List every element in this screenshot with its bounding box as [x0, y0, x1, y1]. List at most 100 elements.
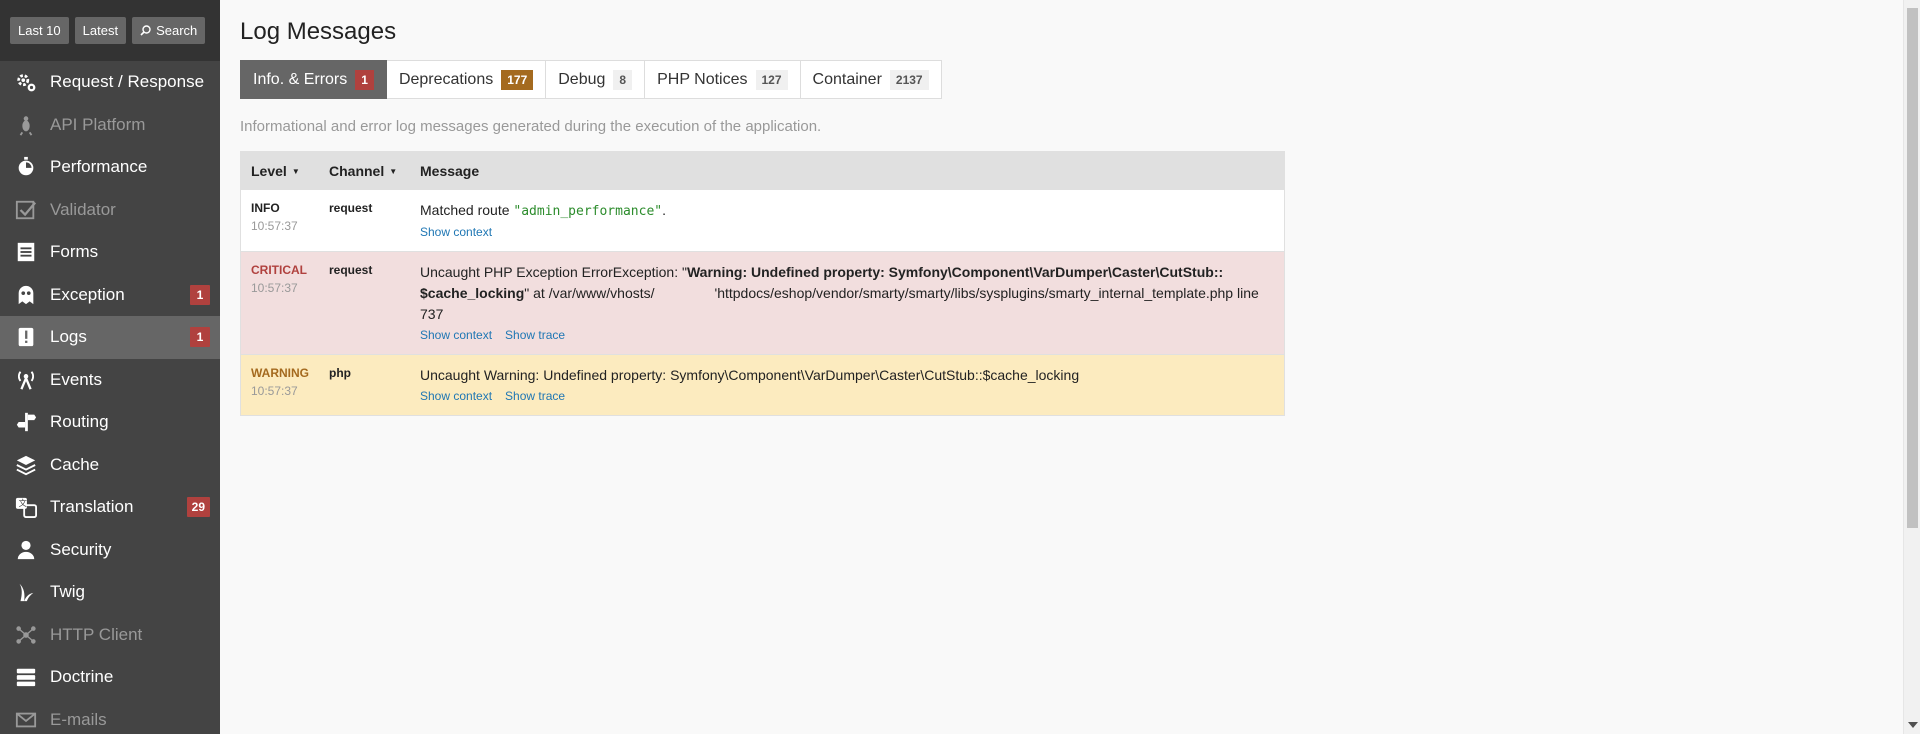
scroll-down-arrow-icon[interactable] — [1908, 722, 1918, 728]
sidebar-item-exception[interactable]: Exception 1 — [0, 274, 220, 317]
vertical-scrollbar[interactable] — [1903, 0, 1920, 734]
ghost-icon — [0, 274, 50, 316]
sidebar-item-security[interactable]: Security — [0, 529, 220, 572]
sidebar-item-label: API Platform — [50, 114, 146, 134]
log-level: INFO — [251, 201, 280, 215]
search-button-label: Search — [156, 23, 198, 38]
twig-icon — [0, 571, 50, 613]
dropdown-caret-icon: ▼ — [291, 167, 300, 177]
message-cell: Uncaught PHP Exception ErrorException: "… — [410, 251, 1285, 355]
sidebar-item-http-client[interactable]: HTTP Client — [0, 614, 220, 657]
header-label: Channel — [329, 162, 385, 179]
latest-button[interactable]: Latest — [74, 17, 127, 44]
sidebar-item-emails[interactable]: E-mails — [0, 699, 220, 734]
message-text: " at /var/www/vhosts/ — [524, 285, 655, 301]
sidebar-item-translation[interactable]: 文 Translation 29 — [0, 486, 220, 529]
tab-label: Info. & Errors — [253, 70, 348, 88]
checkbox-icon — [0, 189, 50, 231]
show-context-link[interactable]: Show context — [420, 328, 492, 342]
tab-label: PHP Notices — [657, 70, 748, 88]
sidebar-item-logs[interactable]: Logs 1 — [0, 316, 220, 359]
channel-column-header[interactable]: Channel ▼ — [319, 151, 410, 190]
sidebar-item-label: Twig — [50, 582, 85, 602]
log-level: WARNING — [251, 366, 309, 380]
log-links: Show context Show trace — [420, 326, 1274, 344]
sidebar-item-events[interactable]: Events — [0, 359, 220, 402]
level-cell: WARNING 10:57:37 — [240, 354, 319, 416]
log-time: 10:57:37 — [251, 281, 298, 295]
tab-count-badge: 127 — [755, 69, 788, 90]
form-icon — [0, 231, 50, 273]
dropdown-caret-icon: ▼ — [389, 167, 398, 177]
table-row: WARNING 10:57:37 php Uncaught Warning: U… — [240, 354, 1285, 416]
sidebar-item-label: HTTP Client — [50, 624, 143, 644]
level-cell: CRITICAL 10:57:37 — [240, 251, 319, 355]
log-level: CRITICAL — [251, 263, 307, 277]
help-text: Informational and error log messages gen… — [240, 118, 822, 135]
search-button[interactable]: Search — [132, 17, 206, 44]
log-table: Level ▼ Channel ▼ Message INFO 10:57:37 re… — [240, 151, 1285, 416]
channel-cell: request — [319, 189, 410, 252]
user-icon — [0, 529, 50, 571]
tab-deprecations[interactable]: Deprecations 177 — [386, 60, 547, 99]
log-links: Show context Show trace — [420, 387, 1274, 405]
sidebar-item-doctrine[interactable]: Doctrine — [0, 656, 220, 699]
tab-php-notices[interactable]: PHP Notices 127 — [645, 60, 801, 99]
sidebar-item-label: Validator — [50, 199, 116, 219]
log-time: 10:57:37 — [251, 219, 298, 233]
sidebar-item-label: Security — [50, 539, 112, 559]
tab-count-badge: 2137 — [889, 69, 929, 90]
tab-info-errors[interactable]: Info. & Errors 1 — [240, 60, 387, 99]
sidebar-item-label: Cache — [50, 454, 100, 474]
sidebar-item-validator[interactable]: Validator — [0, 189, 220, 232]
sidebar-item-api-platform[interactable]: API Platform — [0, 104, 220, 147]
log-message: Matched route "admin_performance". — [420, 200, 1274, 222]
svg-text:文: 文 — [19, 498, 27, 508]
level-column-header[interactable]: Level ▼ — [240, 151, 319, 190]
table-header-row: Level ▼ Channel ▼ Message — [240, 151, 1285, 190]
tab-count-badge: 8 — [613, 69, 633, 90]
sidebar-item-twig[interactable]: Twig — [0, 571, 220, 614]
tab-count-badge: 1 — [355, 69, 374, 90]
database-icon — [0, 656, 50, 698]
log-tabs: Info. & Errors 1 Deprecations 177 Debug … — [240, 60, 1903, 99]
show-context-link[interactable]: Show context — [420, 225, 492, 239]
level-cell: INFO 10:57:37 — [240, 189, 319, 252]
sidebar-item-label: Doctrine — [50, 667, 114, 687]
gears-icon — [0, 61, 50, 103]
translate-icon: 文 — [0, 486, 50, 528]
tab-debug[interactable]: Debug 8 — [546, 60, 646, 99]
tab-label: Deprecations — [398, 70, 494, 88]
last-10-button[interactable]: Last 10 — [10, 17, 69, 44]
sidebar-item-cache[interactable]: Cache — [0, 444, 220, 487]
log-icon — [0, 316, 50, 358]
sidebar-item-label: Events — [50, 369, 102, 389]
sidebar-item-label: Forms — [50, 242, 99, 262]
log-time: 10:57:37 — [251, 384, 298, 398]
broadcast-icon — [0, 359, 50, 401]
tab-label: Debug — [558, 70, 606, 88]
sidebar-item-label: Request / Response — [50, 72, 205, 92]
show-trace-link[interactable]: Show trace — [505, 389, 565, 403]
tab-container[interactable]: Container 2137 — [800, 60, 942, 99]
show-trace-link[interactable]: Show trace — [505, 328, 565, 342]
scrollbar-thumb[interactable] — [1907, 8, 1918, 528]
search-icon — [140, 25, 151, 36]
translation-count-badge: 29 — [186, 497, 210, 518]
sidebar-item-label: E-mails — [50, 709, 107, 729]
page-title: Log Messages — [240, 18, 397, 45]
network-icon — [0, 614, 50, 656]
envelope-icon — [0, 699, 50, 734]
sidebar-item-forms[interactable]: Forms — [0, 231, 220, 274]
sidebar-item-performance[interactable]: Performance — [0, 146, 220, 189]
show-context-link[interactable]: Show context — [420, 389, 492, 403]
sidebar-item-label: Routing — [50, 412, 109, 432]
sidebar-shortcuts: Last 10 Latest Search — [0, 0, 220, 61]
log-links: Show context — [420, 223, 1274, 241]
sidebar-item-routing[interactable]: Routing — [0, 401, 220, 444]
sidebar-item-request-response[interactable]: Request / Response — [0, 61, 220, 104]
header-label: Level — [251, 162, 287, 179]
message-text: . — [662, 202, 666, 218]
tab-count-badge: 177 — [501, 69, 534, 90]
profiler-menu: Request / Response API Platform Performa… — [0, 61, 220, 734]
